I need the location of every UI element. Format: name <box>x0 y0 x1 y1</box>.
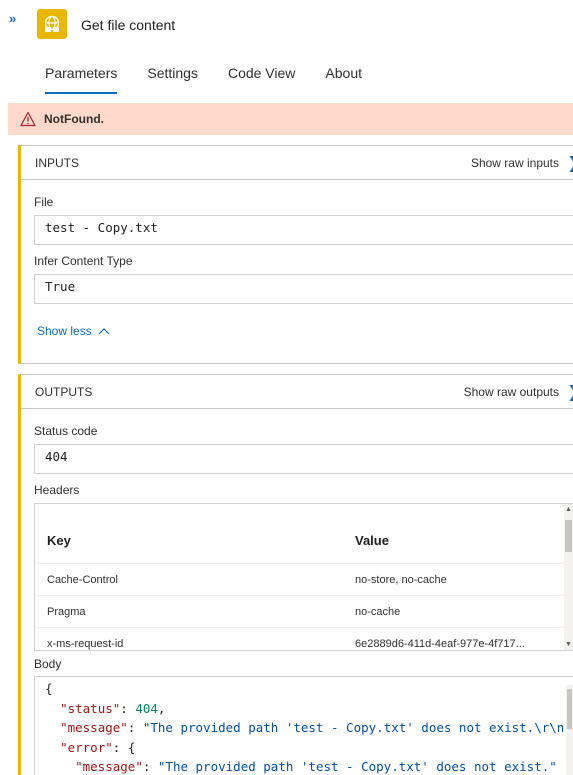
headers-table: Key Value Cache-Control no-store, no-cac… <box>34 503 573 651</box>
infer-content-type-label: Infer Content Type <box>34 254 133 268</box>
scroll-down-arrow-icon[interactable]: ▼ <box>564 641 573 648</box>
column-header-value: Value <box>355 533 389 548</box>
header-key: Pragma <box>47 605 86 618</box>
action-title: Get file content <box>81 17 176 33</box>
code-punct: { <box>127 739 136 755</box>
headers-scrollbar[interactable]: ▲ ▼ <box>564 504 573 650</box>
header-key: Cache-Control <box>47 573 118 586</box>
scroll-up-arrow-icon[interactable]: ▲ <box>564 506 573 513</box>
body-label: Body <box>34 657 62 671</box>
inputs-title: INPUTS <box>35 155 80 170</box>
table-row: Pragma no-cache <box>35 596 573 628</box>
header-value: 6e2889d6-411d-4eaf-977e-4f717... <box>355 637 525 650</box>
scroll-thumb[interactable] <box>567 689 572 729</box>
headers-label: Headers <box>34 483 80 497</box>
chevron-up-icon <box>98 328 110 335</box>
header-value: no-cache <box>355 605 401 618</box>
code-punct: { <box>45 681 53 696</box>
status-code-value: 404 <box>34 444 573 474</box>
show-raw-inputs-button[interactable]: Show raw inputs ❯ <box>471 153 573 173</box>
error-banner: NotFound. <box>8 103 573 135</box>
show-less-button[interactable]: Show less <box>37 324 110 338</box>
headers-table-head: Key Value <box>35 504 573 564</box>
error-text: NotFound. <box>44 112 104 126</box>
code-key: "error" <box>60 739 113 755</box>
tab-code-view[interactable]: Code View <box>213 64 310 94</box>
code-punct: : <box>142 759 158 774</box>
code-key: "status" <box>60 700 121 716</box>
header-key: x-ms-request-id <box>47 637 124 650</box>
tab-bar: Parameters Settings Code View About <box>30 64 377 94</box>
infer-content-type-value: True <box>34 274 573 304</box>
chevron-right-icon: ❯ <box>567 382 573 402</box>
code-punct: : <box>127 720 143 735</box>
body-scrollbar[interactable] <box>566 685 573 775</box>
outputs-header: OUTPUTS Show raw outputs ❯ <box>21 375 573 409</box>
file-value: test - Copy.txt <box>34 215 573 245</box>
code-line: "error": { <box>45 738 573 758</box>
code-line: { <box>45 679 573 699</box>
code-string: "The provided path 'test - Copy.txt' doe… <box>157 759 557 774</box>
status-code-label: Status code <box>34 424 98 438</box>
column-header-key: Key <box>47 533 71 548</box>
file-label: File <box>34 195 54 209</box>
header-value: no-store, no-cache <box>355 573 447 586</box>
show-raw-inputs-label: Show raw inputs <box>470 155 559 170</box>
expand-panel-button[interactable]: » <box>9 11 16 26</box>
code-key: "message" <box>60 720 128 735</box>
table-row: x-ms-request-id 6e2889d6-411d-4eaf-977e-… <box>35 628 573 650</box>
table-row: Cache-Control no-store, no-cache <box>35 564 573 596</box>
code-punct: : <box>112 739 128 755</box>
chevron-right-icon: ❯ <box>567 153 573 173</box>
sharepoint-globe-icon <box>37 9 67 39</box>
code-string: "The provided path 'test - Copy.txt' doe… <box>142 720 565 735</box>
outputs-title: OUTPUTS <box>35 384 93 399</box>
code-line: "message": "The provided path 'test - Co… <box>45 718 573 738</box>
code-number: 404 <box>135 700 158 716</box>
inputs-header: INPUTS Show raw inputs ❯ <box>21 146 573 180</box>
show-raw-outputs-label: Show raw outputs <box>463 384 559 399</box>
scroll-thumb[interactable] <box>565 520 572 552</box>
code-line: "message": "The provided path 'test - Co… <box>45 757 573 775</box>
code-key: "message" <box>75 759 143 774</box>
show-less-label: Show less <box>37 324 92 338</box>
code-punct: : <box>120 700 136 716</box>
code-line: "status": 404, <box>45 699 573 719</box>
code-punct: , <box>157 700 166 716</box>
body-code-viewer[interactable]: { "status": 404, "message": "The provide… <box>34 676 573 775</box>
tab-parameters[interactable]: Parameters <box>30 64 132 94</box>
tab-settings[interactable]: Settings <box>132 64 213 94</box>
tab-about[interactable]: About <box>310 64 377 94</box>
show-raw-outputs-button[interactable]: Show raw outputs ❯ <box>464 382 573 402</box>
warning-icon <box>20 111 36 127</box>
